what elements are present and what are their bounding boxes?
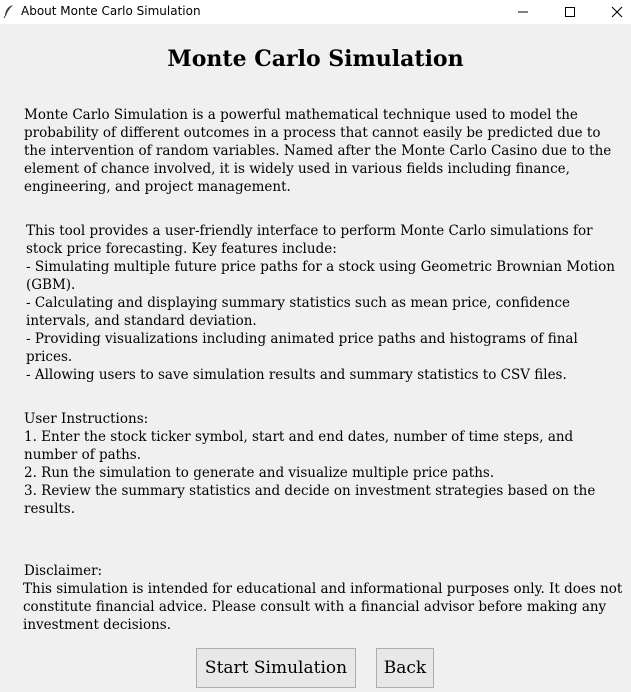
- maximize-button[interactable]: [547, 0, 593, 24]
- instructions-paragraph: User Instructions: 1. Enter the stock ti…: [24, 411, 596, 517]
- disclaimer-section: Disclaimer: This simulation is intended …: [23, 544, 624, 652]
- page-title: Monte Carlo Simulation: [167, 46, 464, 72]
- back-button[interactable]: Back: [376, 648, 434, 688]
- start-simulation-button[interactable]: Start Simulation: [196, 648, 356, 688]
- close-button[interactable]: [594, 0, 631, 24]
- minimize-button[interactable]: [500, 0, 546, 24]
- maximize-icon: [565, 7, 575, 17]
- disclaimer-heading: Disclaimer:: [24, 563, 103, 579]
- features-paragraph: This tool provides a user-friendly inter…: [26, 223, 615, 383]
- intro-paragraph: Monte Carlo Simulation is a powerful mat…: [24, 107, 612, 195]
- feather-icon: [3, 4, 15, 19]
- close-icon: [611, 6, 623, 18]
- disclaimer-text: This simulation is intended for educatio…: [23, 581, 623, 633]
- window-title: About Monte Carlo Simulation: [21, 4, 201, 18]
- about-window: About Monte Carlo Simulation Monte Carlo…: [0, 0, 631, 692]
- about-content: Monte Carlo Simulation Monte Carlo Simul…: [0, 24, 631, 692]
- minimize-icon: [518, 11, 528, 13]
- title-bar[interactable]: About Monte Carlo Simulation: [0, 0, 631, 24]
